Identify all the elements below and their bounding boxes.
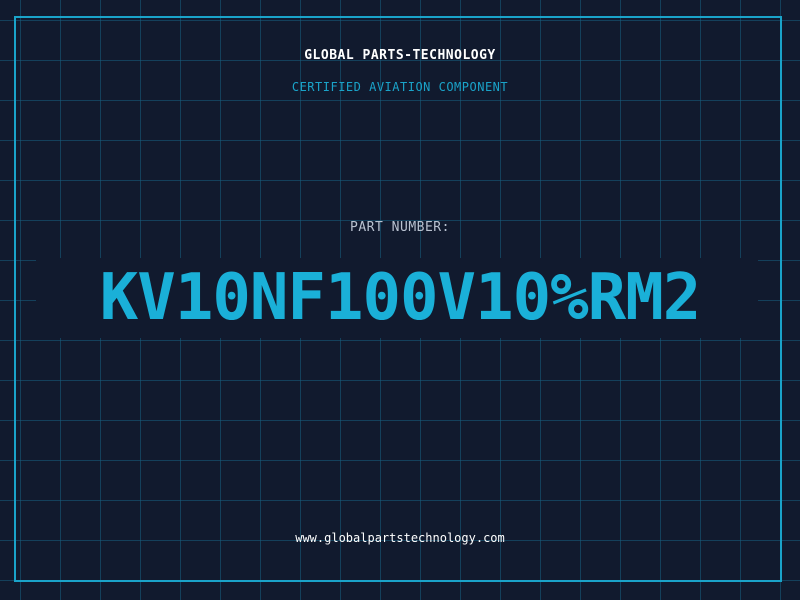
- company-name: GLOBAL PARTS-TECHNOLOGY: [304, 48, 496, 63]
- website-url: www.globalpartstechnology.com: [295, 531, 505, 545]
- certificate-canvas: GLOBAL PARTS-TECHNOLOGY CERTIFIED AVIATI…: [0, 0, 800, 600]
- part-number-label: PART NUMBER:: [350, 220, 450, 235]
- certification-subtitle: CERTIFIED AVIATION COMPONENT: [291, 80, 509, 94]
- part-number-value: KV10NF100V10%RM2: [99, 261, 702, 335]
